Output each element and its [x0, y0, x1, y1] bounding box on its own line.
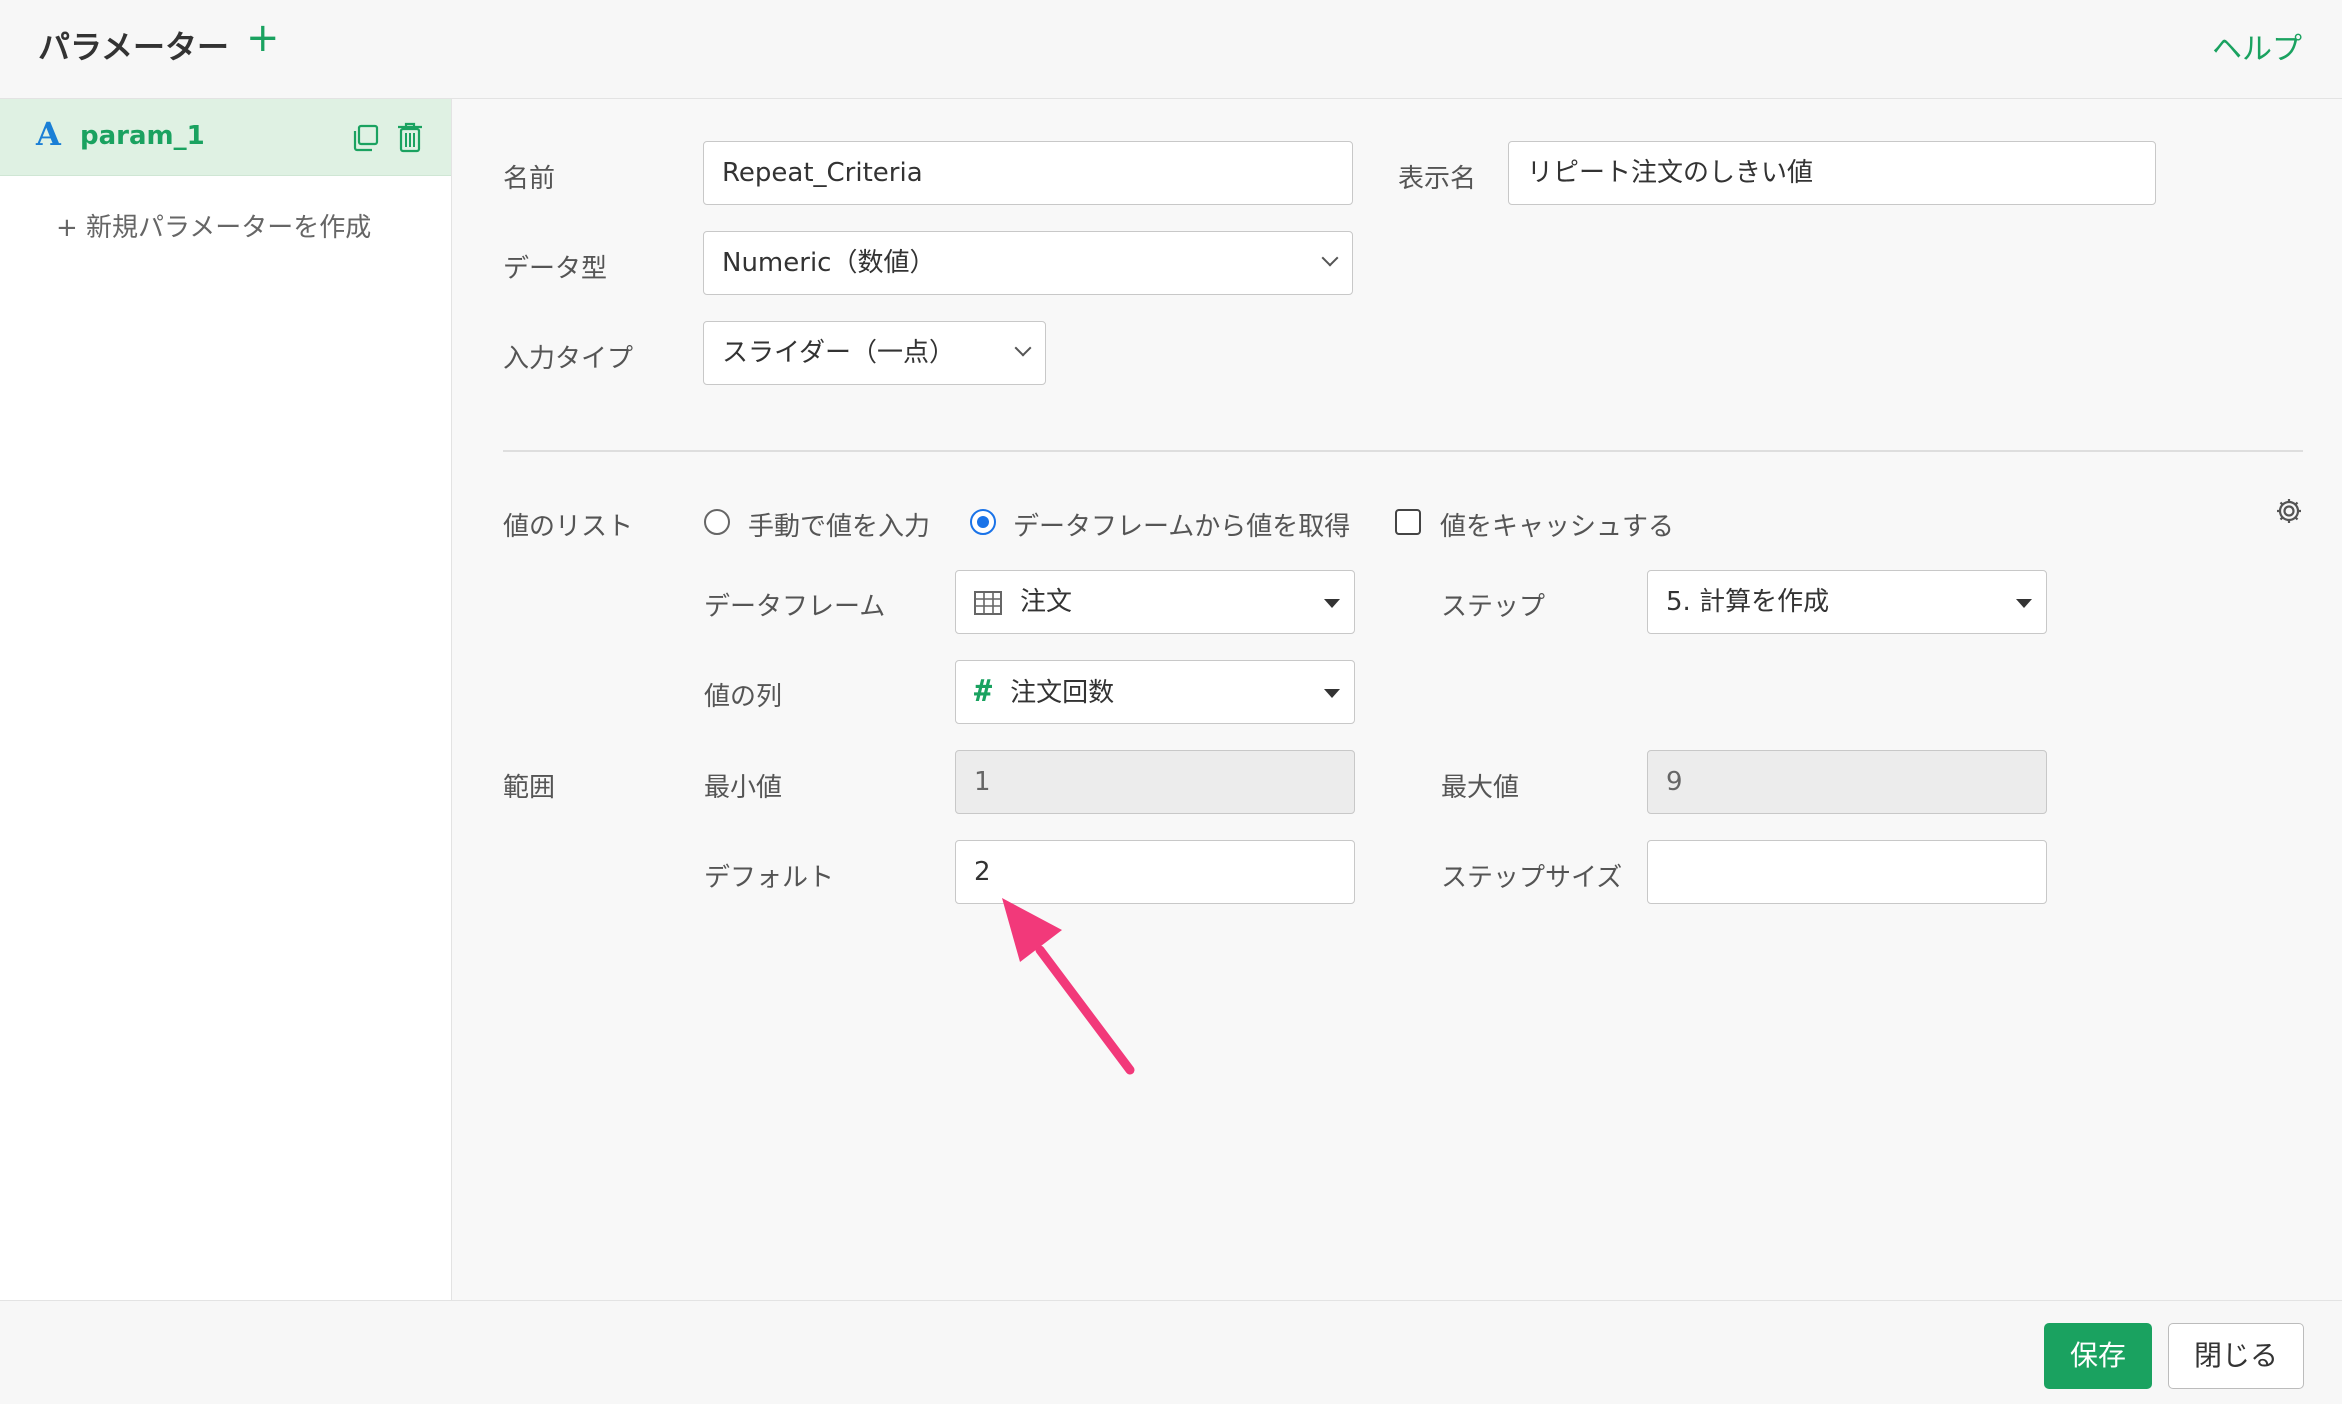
copy-icon[interactable]	[350, 123, 380, 153]
trash-icon[interactable]	[396, 121, 424, 153]
caret-down-icon	[2016, 599, 2032, 608]
data-type-select[interactable]: Numeric（数値）	[703, 231, 1353, 295]
save-button[interactable]: 保存	[2044, 1323, 2152, 1389]
dataframe-select[interactable]: 注文	[955, 570, 1355, 634]
value-list-label: 値のリスト	[503, 512, 634, 542]
text-type-icon: A	[36, 115, 61, 153]
radio-manual-label[interactable]: 手動で値を入力	[748, 506, 930, 543]
dialog-footer: 保存 閉じる	[0, 1300, 2342, 1404]
default-label: デフォルト	[704, 863, 835, 893]
display-name-label: 表示名	[1398, 164, 1477, 194]
display-name-input[interactable]: リピート注文のしきい値	[1508, 141, 2156, 205]
step-size-input[interactable]	[1647, 840, 2047, 904]
parameter-sidebar: A param_1 + 新規パラメーターを作成	[0, 99, 452, 1300]
max-label: 最大値	[1441, 773, 1520, 803]
value-column-label: 値の列	[704, 682, 783, 712]
hash-icon: #	[974, 674, 993, 709]
caret-down-icon	[1324, 599, 1340, 608]
new-parameter-button[interactable]: + 新規パラメーターを作成	[56, 207, 371, 244]
input-type-label: 入力タイプ	[503, 344, 634, 374]
chevron-down-icon	[1014, 339, 1032, 357]
dataframe-label: データフレーム	[704, 592, 886, 622]
data-type-label: データ型	[503, 254, 608, 284]
section-divider	[503, 450, 2303, 452]
step-select[interactable]: 5. 計算を作成	[1647, 570, 2047, 634]
input-type-select[interactable]: スライダー（一点）	[703, 321, 1046, 385]
input-type-value: スライダー（一点）	[722, 338, 955, 368]
plus-icon[interactable]: +	[246, 18, 280, 58]
value-column-value: 注文回数	[1010, 678, 1115, 708]
name-label: 名前	[503, 164, 556, 194]
min-label: 最小値	[704, 773, 783, 803]
radio-manual[interactable]	[704, 509, 730, 535]
data-type-value: Numeric（数値）	[722, 248, 936, 278]
cache-checkbox[interactable]	[1395, 509, 1421, 535]
range-label: 範囲	[503, 773, 556, 803]
help-link[interactable]: ヘルプ	[2212, 24, 2302, 68]
radio-dataframe[interactable]	[970, 509, 996, 535]
caret-down-icon	[1324, 689, 1340, 698]
name-input[interactable]: Repeat_Criteria	[703, 141, 1353, 205]
step-size-label: ステップサイズ	[1441, 863, 1623, 893]
dataframe-value: 注文	[1020, 587, 1073, 617]
step-value: 5. 計算を作成	[1666, 587, 1830, 617]
chevron-down-icon	[1321, 249, 1339, 267]
gear-icon[interactable]	[2274, 496, 2304, 526]
sidebar-item-param-1[interactable]: A param_1	[0, 99, 451, 176]
dialog-title: パラメーター	[38, 28, 230, 66]
max-value-input: 9	[1647, 750, 2047, 814]
radio-dataframe-label[interactable]: データフレームから値を取得	[1013, 506, 1350, 543]
sidebar-item-label: param_1	[80, 121, 205, 151]
min-value-input: 1	[955, 750, 1355, 814]
close-button[interactable]: 閉じる	[2168, 1323, 2304, 1389]
value-column-select[interactable]: # 注文回数	[955, 660, 1355, 724]
cache-label[interactable]: 値をキャッシュする	[1440, 506, 1674, 543]
step-label: ステップ	[1441, 592, 1546, 622]
table-icon	[974, 590, 1002, 615]
default-value-input[interactable]: 2	[955, 840, 1355, 904]
dialog-header: パラメーター + ヘルプ	[0, 0, 2342, 99]
